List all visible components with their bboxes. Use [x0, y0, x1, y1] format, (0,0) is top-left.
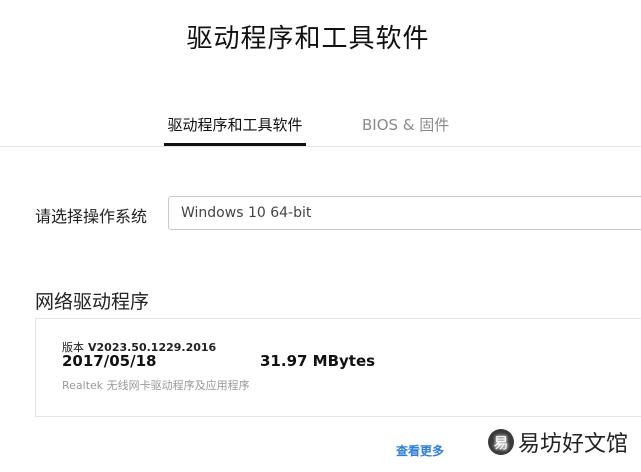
- watermark: 易 易坊好文馆: [488, 425, 628, 459]
- driver-card: 版本 V2023.50.1229.2016 2017/05/18 31.97 MB…: [35, 318, 641, 417]
- view-more-link[interactable]: 查看更多: [396, 442, 444, 459]
- watermark-text: 易坊好文馆: [518, 432, 629, 457]
- driver-release-date: 2017/05/18: [62, 352, 157, 370]
- tab-bar: 驱动程序和工具软件 BIOS & 固件: [0, 104, 641, 147]
- tab-drivers-and-tools[interactable]: 驱动程序和工具软件: [164, 114, 306, 146]
- watermark-logo-icon: 易: [488, 429, 514, 455]
- driver-description: Realtek 无线网卡驱动程序及应用程序: [62, 379, 250, 392]
- section-title-network-drivers: 网络驱动程序: [35, 291, 150, 313]
- tab-bios-firmware[interactable]: BIOS & 固件: [362, 114, 449, 136]
- page-title: 驱动程序和工具软件: [186, 24, 430, 54]
- driver-file-size: 31.97 MBytes: [260, 352, 376, 370]
- os-select-label: 请选择操作系统: [35, 207, 148, 226]
- os-select-dropdown[interactable]: Windows 10 64-bit: [168, 196, 641, 230]
